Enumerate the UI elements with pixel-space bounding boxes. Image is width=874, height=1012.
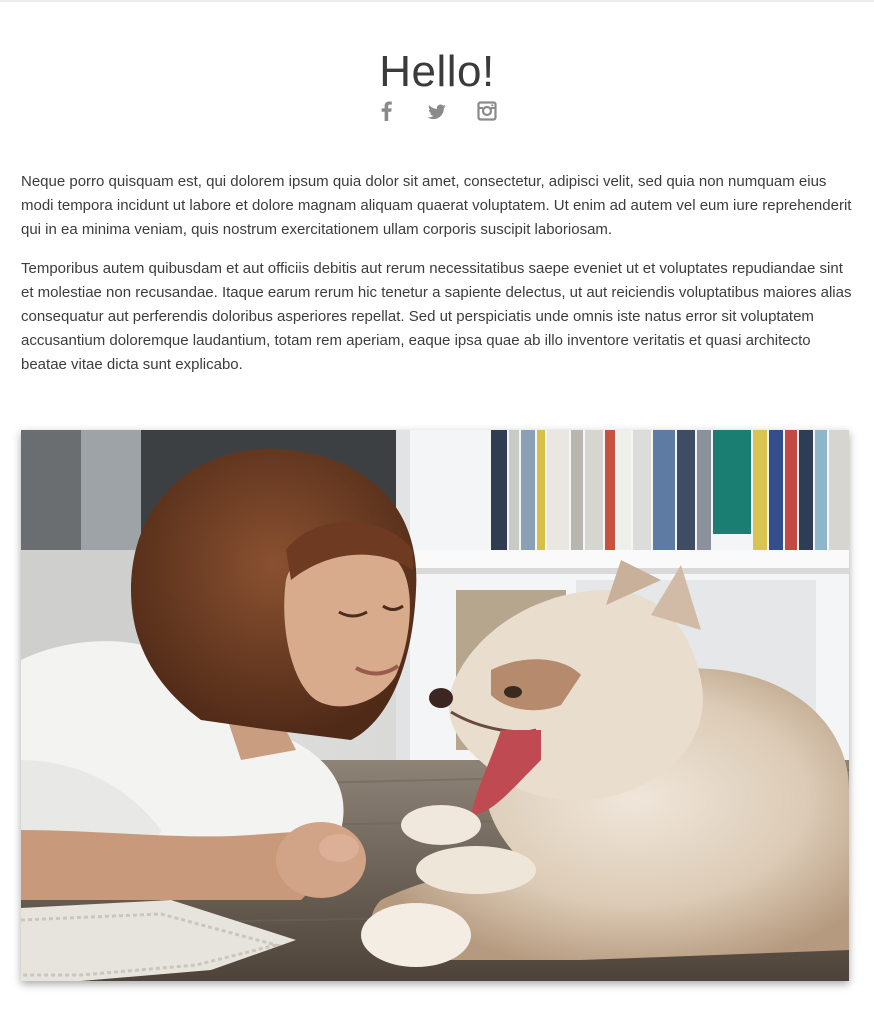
woman-and-husky-photo — [21, 430, 849, 981]
hero-photo — [21, 430, 849, 981]
top-divider — [0, 0, 874, 2]
facebook-link[interactable] — [377, 100, 397, 122]
instagram-link[interactable] — [477, 100, 497, 122]
twitter-link[interactable] — [427, 100, 447, 122]
instagram-icon — [477, 101, 497, 121]
twitter-icon — [427, 104, 446, 120]
article-body: Neque porro quisquam est, qui dolorem ip… — [21, 170, 853, 392]
social-links — [0, 100, 874, 122]
paragraph-2: Temporibus autem quibusdam et aut offici… — [21, 260, 852, 373]
paragraph-1: Neque porro quisquam est, qui dolorem ip… — [21, 173, 852, 238]
facebook-icon — [381, 101, 392, 121]
page: Hello! Neque porro quisquam est, qui dol… — [0, 0, 874, 1012]
page-title: Hello! — [379, 47, 495, 97]
